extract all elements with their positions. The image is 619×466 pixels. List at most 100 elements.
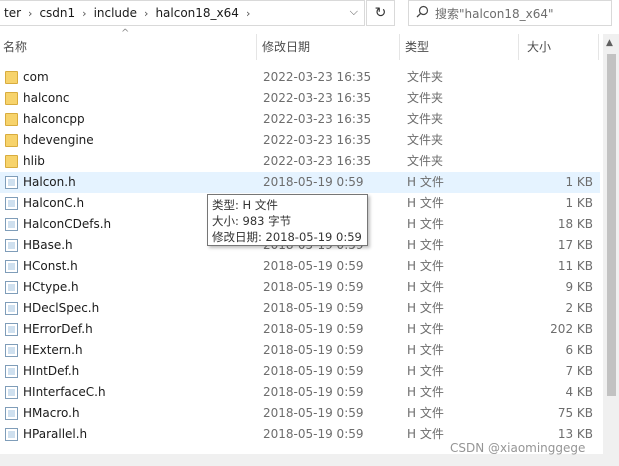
file-type: H 文件 bbox=[407, 196, 444, 210]
file-row[interactable]: Halcon.h 2018-05-19 0:59 H 文件 1 KB bbox=[0, 172, 600, 193]
file-icon bbox=[5, 428, 18, 441]
file-size: 7 KB bbox=[565, 364, 593, 378]
file-size: 18 KB bbox=[557, 217, 593, 231]
file-type: H 文件 bbox=[407, 217, 444, 231]
file-icon bbox=[5, 407, 18, 420]
file-name: HInterfaceC.h bbox=[23, 385, 106, 399]
file-date: 2018-05-19 0:59 bbox=[263, 301, 364, 315]
file-type: H 文件 bbox=[407, 322, 444, 336]
breadcrumb-halcon18-x64[interactable]: halcon18_x64 bbox=[151, 6, 242, 20]
folder-row[interactable]: halconc 2022-03-23 16:35 文件夹 bbox=[0, 88, 600, 109]
file-name: halconc bbox=[23, 91, 70, 105]
scrollbar-thumb[interactable] bbox=[607, 54, 616, 396]
folder-row[interactable]: hdevengine 2022-03-23 16:35 文件夹 bbox=[0, 130, 600, 151]
search-box[interactable]: 搜索"halcon18_x64" bbox=[408, 0, 612, 26]
file-type: H 文件 bbox=[407, 343, 444, 357]
sort-ascending-icon: ^ bbox=[121, 28, 130, 39]
column-divider[interactable] bbox=[256, 34, 257, 60]
file-name: HIntDef.h bbox=[23, 364, 80, 378]
tooltip-type: 类型: H 文件 bbox=[212, 198, 278, 212]
address-dropdown-icon[interactable]: ⌵ bbox=[350, 5, 358, 19]
scroll-up-icon[interactable]: ▲ bbox=[606, 38, 613, 48]
file-type: H 文件 bbox=[407, 175, 444, 189]
folder-icon bbox=[5, 71, 18, 84]
file-size: 17 KB bbox=[557, 238, 593, 252]
file-date: 2018-05-19 0:59 bbox=[263, 364, 364, 378]
file-row[interactable]: HDeclSpec.h 2018-05-19 0:59 H 文件 2 KB bbox=[0, 298, 600, 319]
file-icon bbox=[5, 365, 18, 378]
file-date: 2022-03-23 16:35 bbox=[263, 91, 372, 105]
column-type-header[interactable]: 类型 bbox=[402, 34, 518, 60]
file-row[interactable]: HMacro.h 2018-05-19 0:59 H 文件 75 KB bbox=[0, 403, 600, 424]
vertical-scrollbar[interactable]: ▲ bbox=[603, 34, 619, 454]
file-row[interactable]: HExtern.h 2018-05-19 0:59 H 文件 6 KB bbox=[0, 340, 600, 361]
file-name: HBase.h bbox=[23, 238, 73, 252]
column-date-header[interactable]: 修改日期 bbox=[259, 34, 399, 60]
search-input[interactable]: 搜索"halcon18_x64" bbox=[435, 5, 554, 22]
refresh-icon: ↻ bbox=[374, 5, 387, 21]
navigation-bar: ter › csdn1 › include › halcon18_x64 › ⌵… bbox=[0, 0, 619, 28]
file-date: 2018-05-19 0:59 bbox=[263, 259, 364, 273]
file-type: H 文件 bbox=[407, 385, 444, 399]
file-icon bbox=[5, 239, 18, 252]
file-date: 2018-05-19 0:59 bbox=[263, 385, 364, 399]
breadcrumb-include[interactable]: include bbox=[90, 6, 141, 20]
file-row[interactable]: HCtype.h 2018-05-19 0:59 H 文件 9 KB bbox=[0, 277, 600, 298]
file-type: 文件夹 bbox=[407, 91, 444, 105]
folder-icon bbox=[5, 134, 18, 147]
file-type: H 文件 bbox=[407, 406, 444, 420]
file-type: H 文件 bbox=[407, 238, 444, 252]
file-size: 11 KB bbox=[557, 259, 593, 273]
breadcrumb-ter[interactable]: ter bbox=[0, 6, 25, 20]
folder-icon bbox=[5, 113, 18, 126]
file-name: com bbox=[23, 70, 49, 84]
file-icon bbox=[5, 344, 18, 357]
file-row[interactable]: HInterfaceC.h 2018-05-19 0:59 H 文件 4 KB bbox=[0, 382, 600, 403]
file-size: 1 KB bbox=[565, 175, 593, 189]
folder-row[interactable]: com 2022-03-23 16:35 文件夹 bbox=[0, 67, 600, 88]
file-name: HCtype.h bbox=[23, 280, 79, 294]
file-icon bbox=[5, 386, 18, 399]
file-row[interactable]: HConst.h 2018-05-19 0:59 H 文件 11 KB bbox=[0, 256, 600, 277]
folder-row[interactable]: hlib 2022-03-23 16:35 文件夹 bbox=[0, 151, 600, 172]
search-icon bbox=[409, 5, 435, 22]
file-name: HParallel.h bbox=[23, 427, 88, 441]
column-divider[interactable] bbox=[598, 34, 599, 60]
file-type: 文件夹 bbox=[407, 133, 444, 147]
file-size: 2 KB bbox=[565, 301, 593, 315]
file-name: hdevengine bbox=[23, 133, 94, 147]
file-size: 75 KB bbox=[557, 406, 593, 420]
refresh-button[interactable]: ↻ bbox=[366, 0, 395, 26]
address-bar[interactable]: ter › csdn1 › include › halcon18_x64 › ⌵ bbox=[0, 0, 365, 26]
file-icon bbox=[5, 302, 18, 315]
file-row[interactable]: HErrorDef.h 2018-05-19 0:59 H 文件 202 KB bbox=[0, 319, 600, 340]
file-date: 2018-05-19 0:59 bbox=[263, 322, 364, 336]
file-row[interactable]: HIntDef.h 2018-05-19 0:59 H 文件 7 KB bbox=[0, 361, 600, 382]
column-divider[interactable] bbox=[399, 34, 400, 60]
breadcrumb-separator-icon[interactable]: › bbox=[79, 7, 89, 20]
breadcrumb-separator-icon[interactable]: › bbox=[243, 7, 253, 20]
breadcrumb-separator-icon[interactable]: › bbox=[25, 7, 35, 20]
breadcrumb-separator-icon[interactable]: › bbox=[141, 7, 151, 20]
file-type: H 文件 bbox=[407, 427, 444, 441]
file-date: 2018-05-19 0:59 bbox=[263, 280, 364, 294]
file-type: 文件夹 bbox=[407, 154, 444, 168]
file-icon bbox=[5, 218, 18, 231]
file-name: HConst.h bbox=[23, 259, 78, 273]
file-type: H 文件 bbox=[407, 301, 444, 315]
horizontal-scrollbar[interactable] bbox=[0, 454, 619, 466]
file-date: 2018-05-19 0:59 bbox=[263, 427, 364, 441]
file-icon bbox=[5, 281, 18, 294]
column-divider[interactable] bbox=[518, 34, 519, 60]
file-name: HDeclSpec.h bbox=[23, 301, 100, 315]
column-header: 名称 修改日期 类型 大小 bbox=[0, 34, 600, 60]
column-size-header[interactable]: 大小 bbox=[524, 34, 594, 60]
file-type: H 文件 bbox=[407, 364, 444, 378]
file-date: 2018-05-19 0:59 bbox=[263, 406, 364, 420]
file-list: com 2022-03-23 16:35 文件夹 halconc 2022-03-23 … bbox=[0, 67, 600, 445]
file-info-tooltip: 类型: H 文件 大小: 983 字节 修改日期: 2018-05-19 0:5… bbox=[207, 194, 368, 246]
breadcrumb-csdn1[interactable]: csdn1 bbox=[35, 6, 79, 20]
file-name: HExtern.h bbox=[23, 343, 83, 357]
folder-row[interactable]: halconcpp 2022-03-23 16:35 文件夹 bbox=[0, 109, 600, 130]
file-size: 1 KB bbox=[565, 196, 593, 210]
